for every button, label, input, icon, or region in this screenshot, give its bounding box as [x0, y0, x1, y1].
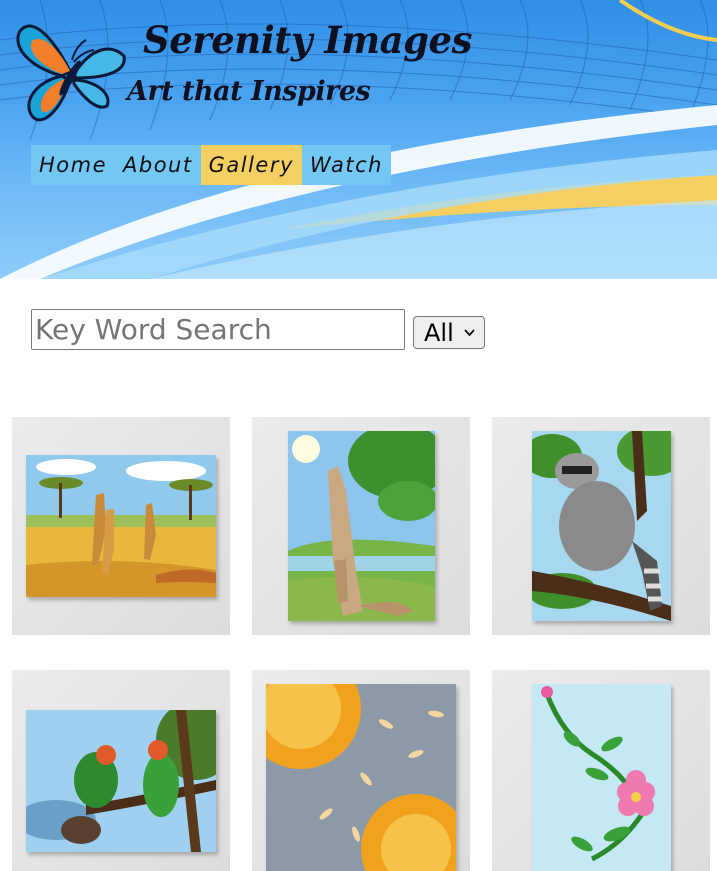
chevron-down-icon [464, 329, 475, 337]
pink-flower-artwork [532, 684, 671, 871]
nav-item-watch[interactable]: Watch [302, 145, 391, 185]
butterfly-logo-icon [16, 24, 126, 122]
nav-item-home[interactable]: Home [31, 145, 115, 185]
gallery-item-sunflowers[interactable] [252, 670, 470, 871]
parrots-artwork [26, 710, 216, 852]
gallery-item-pink-flower[interactable] [492, 670, 710, 871]
site-title: Serenity Images [143, 18, 472, 62]
gallery-item-giraffes[interactable] [12, 417, 230, 635]
keyword-search-input[interactable] [31, 309, 405, 350]
sunflowers-artwork [266, 684, 456, 871]
gallery-item-kangaroo[interactable] [252, 417, 470, 635]
nav-item-about[interactable]: About [115, 145, 201, 185]
site-tagline: Art that Inspires [127, 76, 371, 107]
nav-item-gallery[interactable]: Gallery [200, 145, 302, 185]
kangaroo-artwork [288, 431, 435, 621]
category-select[interactable]: All [413, 316, 485, 349]
header-banner: Serenity Images Art that Inspires Home A… [0, 0, 717, 279]
main-nav: Home About Gallery Watch [31, 145, 391, 185]
raccoon-artwork [532, 431, 671, 621]
category-select-value: All [424, 318, 454, 347]
gallery-item-raccoon[interactable] [492, 417, 710, 635]
giraffes-artwork [26, 455, 216, 597]
gallery-item-parrots[interactable] [12, 670, 230, 871]
